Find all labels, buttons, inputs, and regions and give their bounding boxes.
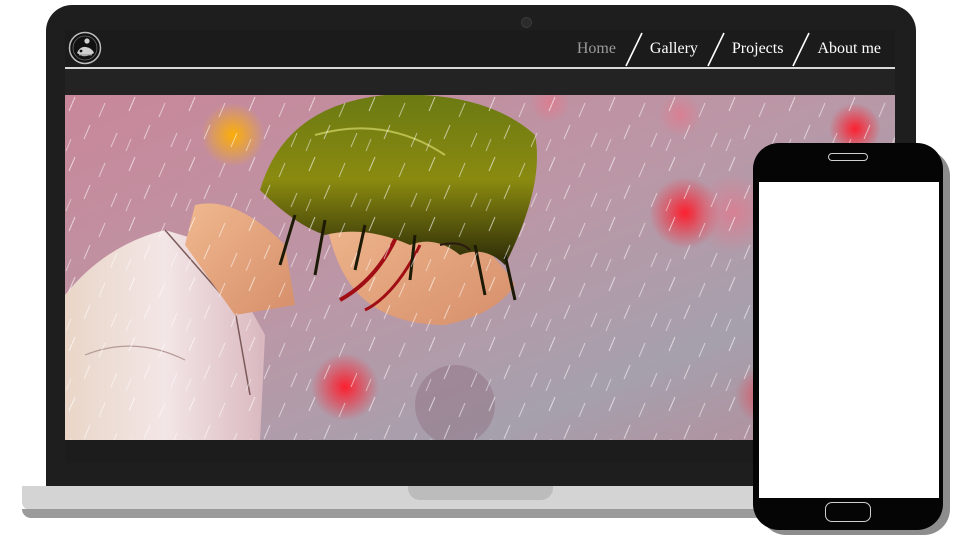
site-navbar: Home Gallery Projects About me	[65, 30, 895, 69]
site-nav-links: Home Gallery Projects About me	[573, 30, 885, 67]
nav-link-gallery[interactable]: Gallery	[646, 40, 702, 58]
nav-link-about-me[interactable]: About me	[813, 40, 885, 58]
home-button-icon[interactable]	[825, 502, 871, 522]
nav-sub-band	[65, 69, 895, 95]
laptop-base-edge	[22, 509, 782, 518]
nav-separator	[707, 32, 725, 67]
nav-separator	[792, 32, 811, 67]
phone-screen	[759, 182, 939, 498]
logo-icon[interactable]	[68, 31, 102, 65]
nav-link-projects[interactable]: Projects	[728, 40, 788, 58]
speaker-icon	[828, 153, 868, 161]
laptop-base	[22, 486, 782, 510]
nav-separator	[625, 32, 643, 67]
phone-frame	[753, 143, 943, 530]
camera-icon	[521, 17, 532, 28]
nav-link-home[interactable]: Home	[573, 40, 620, 58]
laptop-hinge	[408, 486, 553, 500]
